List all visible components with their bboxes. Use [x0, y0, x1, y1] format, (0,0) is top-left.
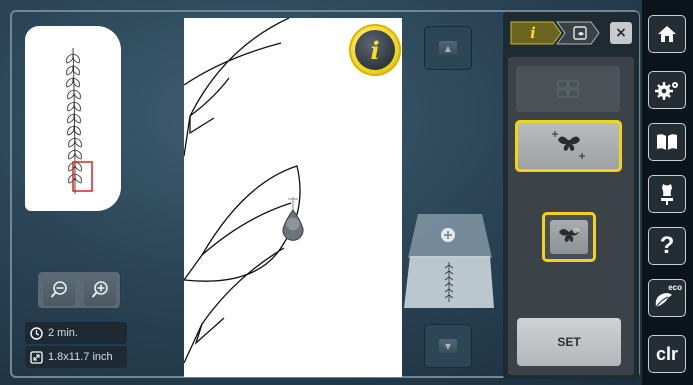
layer-stack[interactable] [404, 210, 496, 322]
design-overview[interactable] [25, 26, 121, 211]
tutorial-button[interactable] [648, 123, 686, 161]
info-icon: i [355, 30, 395, 70]
zoom-out-button[interactable] [42, 274, 75, 306]
eco-label: eco [668, 283, 682, 292]
clear-button[interactable]: clr [648, 335, 686, 373]
set-button-label: SET [557, 335, 581, 349]
tab-hoop[interactable] [562, 22, 598, 44]
design-size-value: 1.8x11.7 inch [48, 351, 113, 363]
settings-button[interactable] [648, 71, 686, 109]
recenter-icon [551, 131, 585, 159]
clear-icon: clr [655, 343, 679, 364]
zoom-controls [37, 271, 121, 309]
hoop-layers-icon [404, 214, 494, 308]
sewing-consultant-button[interactable] [648, 175, 686, 213]
hoop-icon [573, 26, 587, 40]
stitch-time-value: 2 min. [48, 327, 78, 339]
eco-button[interactable]: eco [648, 279, 686, 317]
viewport-indicator [72, 161, 93, 192]
needle-position-marker [286, 217, 300, 231]
zoom-in-icon [91, 281, 108, 298]
resize-icon [29, 350, 43, 364]
embroidery-screen: 2 min. 1.8x11.7 inch i ▲ ▼ i × SET ? eco… [0, 0, 693, 385]
zoom-in-button[interactable] [83, 274, 116, 306]
stitch-time-display: 2 min. [25, 322, 127, 344]
overview-leaf-chain [66, 47, 93, 195]
mirror-button-face [550, 220, 588, 254]
home-button[interactable] [648, 15, 686, 53]
info-button[interactable]: i [349, 24, 401, 76]
help-icon: ? [659, 232, 675, 259]
tab-info[interactable]: i [511, 22, 555, 44]
hoop-grid-button[interactable] [516, 66, 620, 112]
close-icon: × [615, 25, 627, 41]
dress-form-icon [661, 184, 673, 205]
set-button[interactable]: SET [517, 318, 621, 366]
book-icon [657, 134, 677, 150]
grid-icon [557, 80, 579, 98]
arrow-up-icon: ▲ [439, 41, 457, 55]
zoom-out-icon [50, 281, 67, 298]
settings-icon [655, 82, 678, 100]
help-button[interactable]: ? [648, 227, 686, 265]
mirror-design-button[interactable] [542, 212, 596, 262]
recenter-design-button[interactable] [515, 120, 622, 172]
home-icon [658, 26, 676, 42]
tab-info-label: i [530, 24, 536, 42]
clock-icon [29, 326, 43, 340]
close-button[interactable]: × [610, 22, 632, 44]
mirror-icon [559, 228, 580, 242]
scroll-up-button[interactable]: ▲ [424, 26, 472, 70]
design-size-display: 1.8x11.7 inch [25, 346, 127, 368]
scroll-down-button[interactable]: ▼ [424, 324, 472, 368]
arrow-down-icon: ▼ [439, 339, 457, 353]
